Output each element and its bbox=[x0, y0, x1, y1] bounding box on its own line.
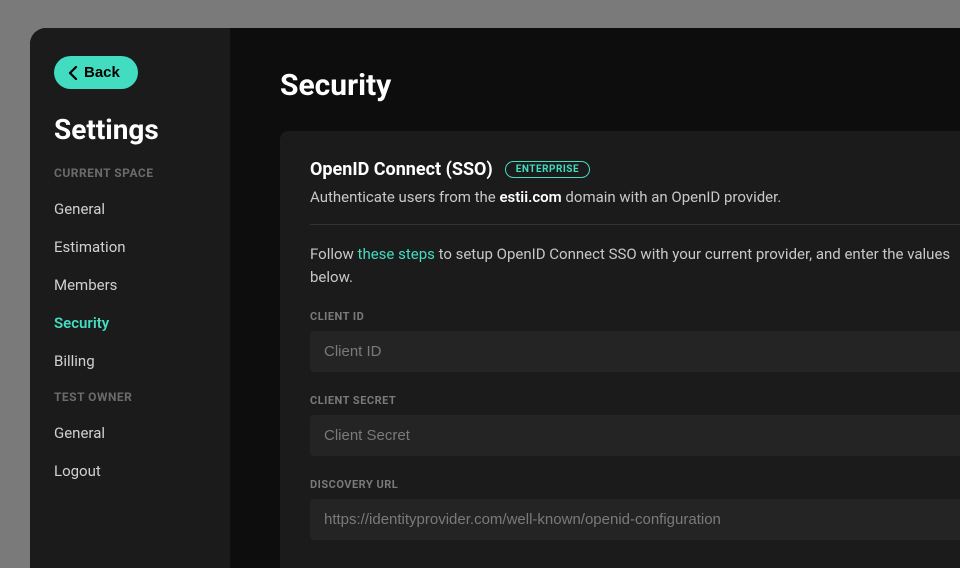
setup-steps-link[interactable]: these steps bbox=[358, 245, 435, 263]
instr-prefix: Follow bbox=[310, 245, 358, 263]
sso-panel: OpenID Connect (SSO) ENTERPRISE Authenti… bbox=[280, 131, 960, 568]
sub-prefix: Authenticate users from the bbox=[310, 188, 499, 206]
sidebar-item-security[interactable]: Security bbox=[30, 304, 230, 342]
panel-header: OpenID Connect (SSO) ENTERPRISE bbox=[310, 159, 960, 180]
sidebar-item-logout[interactable]: Logout bbox=[30, 452, 230, 490]
sidebar-item-owner-general[interactable]: General bbox=[30, 414, 230, 452]
section-label: CURRENT SPACE bbox=[54, 166, 230, 180]
back-button[interactable]: Back bbox=[54, 56, 138, 89]
sidebar-item-general[interactable]: General bbox=[30, 190, 230, 228]
enterprise-badge: ENTERPRISE bbox=[505, 161, 590, 178]
discovery-url-field-label: DISCOVERY URL bbox=[310, 478, 960, 491]
sidebar-item-estimation[interactable]: Estimation bbox=[30, 228, 230, 266]
panel-title: OpenID Connect (SSO) bbox=[310, 159, 493, 180]
sub-suffix: domain with an OpenID provider. bbox=[562, 188, 782, 206]
chevron-left-icon bbox=[68, 66, 78, 80]
back-label: Back bbox=[84, 64, 120, 81]
instructions: Follow these steps to setup OpenID Conne… bbox=[310, 243, 960, 288]
sidebar: Back Settings CURRENT SPACEGeneralEstima… bbox=[30, 28, 230, 568]
discovery-url-field[interactable] bbox=[310, 499, 960, 540]
sidebar-item-billing[interactable]: Billing bbox=[30, 342, 230, 380]
sidebar-item-members[interactable]: Members bbox=[30, 266, 230, 304]
main-content: Security OpenID Connect (SSO) ENTERPRISE… bbox=[230, 28, 960, 568]
client-secret-field[interactable] bbox=[310, 415, 960, 456]
client-secret-field-label: CLIENT SECRET bbox=[310, 394, 960, 407]
settings-title: Settings bbox=[54, 113, 230, 146]
settings-window: Back Settings CURRENT SPACEGeneralEstima… bbox=[30, 28, 960, 568]
section-label: TEST OWNER bbox=[54, 390, 230, 404]
client-id-field[interactable] bbox=[310, 331, 960, 372]
page-title: Security bbox=[280, 68, 960, 103]
panel-subtitle: Authenticate users from the estii.com do… bbox=[310, 188, 960, 225]
sub-domain: estii.com bbox=[499, 188, 561, 206]
client-id-field-label: CLIENT ID bbox=[310, 310, 960, 323]
